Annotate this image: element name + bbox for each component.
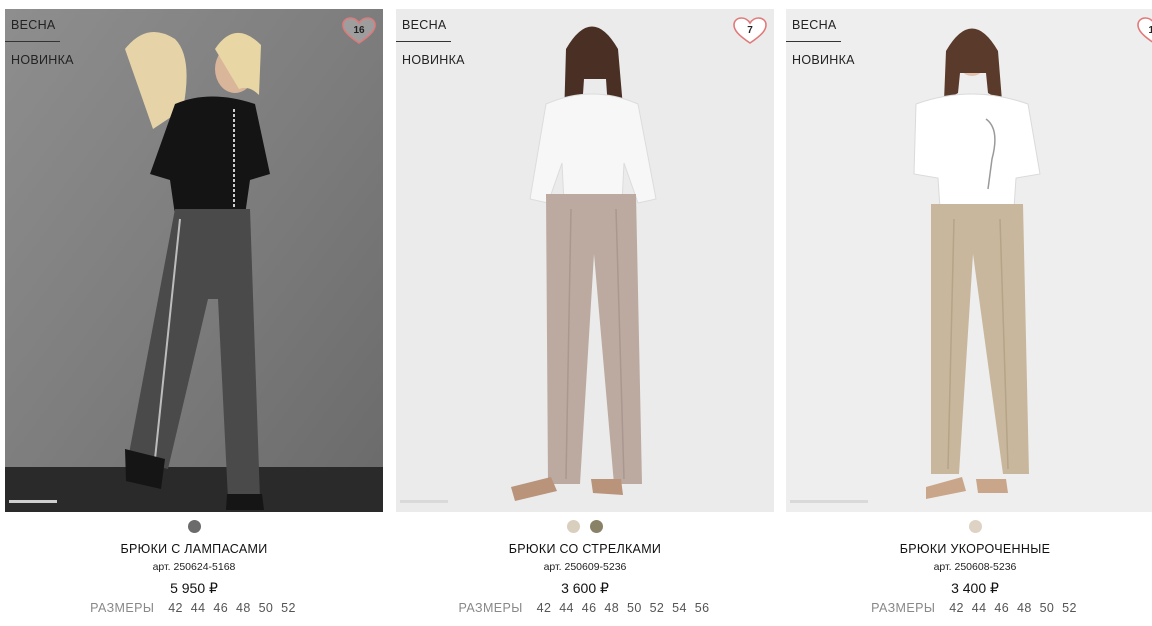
- size-option[interactable]: 46: [213, 601, 228, 615]
- size-option[interactable]: 48: [1017, 601, 1032, 615]
- product-title[interactable]: БРЮКИ УКОРОЧЕННЫЕ: [786, 542, 1152, 556]
- size-option[interactable]: 56: [695, 601, 710, 615]
- product-card[interactable]: ВЕСНА НОВИНКА 10 БРЮКИ УКОРОЧЕННЫЕ арт. …: [786, 9, 1152, 615]
- sizes-label: РАЗМЕРЫ: [458, 601, 523, 615]
- favorite-count: 10: [1148, 24, 1152, 36]
- product-photo[interactable]: ВЕСНА НОВИНКА 10: [786, 9, 1152, 512]
- color-swatch[interactable]: [590, 519, 603, 533]
- size-option[interactable]: 50: [1040, 601, 1055, 615]
- size-option[interactable]: 48: [236, 601, 251, 615]
- size-option[interactable]: 42: [537, 601, 552, 615]
- product-photo[interactable]: ВЕСНА НОВИНКА 16: [5, 9, 383, 512]
- size-option[interactable]: 52: [281, 601, 296, 615]
- product-sku: арт. 250608-5236: [933, 561, 1017, 573]
- season-badge: ВЕСНА: [5, 9, 60, 42]
- new-badge: НОВИНКА: [792, 52, 855, 67]
- sizes-label: РАЗМЕРЫ: [871, 601, 936, 615]
- size-option[interactable]: 46: [994, 601, 1009, 615]
- size-option[interactable]: 48: [604, 601, 619, 615]
- size-option[interactable]: 42: [168, 601, 183, 615]
- sizes-label: РАЗМЕРЫ: [90, 601, 155, 615]
- color-swatches: [786, 515, 1152, 537]
- size-option[interactable]: 44: [972, 601, 987, 615]
- size-option[interactable]: 44: [559, 601, 574, 615]
- sizes-row: РАЗМЕРЫ 42 44 46 48 50 52: [5, 601, 383, 615]
- size-option[interactable]: 50: [259, 601, 274, 615]
- slider-indicator[interactable]: [400, 500, 448, 503]
- model-photo-image: [5, 9, 383, 512]
- sizes-row: РАЗМЕРЫ 42 44 46 48 50 52 54 56: [396, 601, 774, 615]
- product-price: 3 400 ₽: [951, 580, 999, 596]
- color-swatches: [5, 515, 383, 537]
- product-sku: арт. 250624-5168: [152, 561, 236, 573]
- size-option[interactable]: 54: [672, 601, 687, 615]
- product-title[interactable]: БРЮКИ СО СТРЕЛКАМИ: [396, 542, 774, 556]
- product-sku: арт. 250609-5236: [543, 561, 627, 573]
- season-badge: ВЕСНА: [396, 9, 451, 42]
- product-card[interactable]: ВЕСНА НОВИНКА 7 БРЮКИ СО СТРЕЛКАМИ арт. …: [396, 9, 774, 615]
- product-photo[interactable]: ВЕСНА НОВИНКА 7: [396, 9, 774, 512]
- size-option[interactable]: 52: [650, 601, 665, 615]
- favorite-button[interactable]: 7: [732, 16, 768, 46]
- favorite-button[interactable]: 10: [1136, 16, 1152, 46]
- sizes-row: РАЗМЕРЫ 42 44 46 48 50 52: [786, 601, 1152, 615]
- color-swatch[interactable]: [968, 519, 982, 533]
- slider-indicator[interactable]: [9, 500, 57, 503]
- model-photo-image: [786, 9, 1152, 512]
- size-option[interactable]: 42: [949, 601, 964, 615]
- favorite-count: 16: [353, 24, 365, 36]
- color-swatch[interactable]: [567, 519, 580, 533]
- new-badge: НОВИНКА: [402, 52, 465, 67]
- size-option[interactable]: 52: [1062, 601, 1077, 615]
- slider-indicator[interactable]: [790, 500, 868, 503]
- color-swatch[interactable]: [187, 519, 201, 533]
- season-badge: ВЕСНА: [786, 9, 841, 42]
- model-photo-image: [396, 9, 774, 512]
- new-badge: НОВИНКА: [11, 52, 74, 67]
- color-swatches: [396, 515, 774, 537]
- size-option[interactable]: 50: [627, 601, 642, 615]
- product-title[interactable]: БРЮКИ С ЛАМПАСАМИ: [5, 542, 383, 556]
- product-card[interactable]: ВЕСНА НОВИНКА 16 БРЮКИ С ЛАМПАСАМИ арт. …: [5, 9, 383, 615]
- size-option[interactable]: 46: [582, 601, 597, 615]
- product-price: 3 600 ₽: [561, 580, 609, 596]
- favorite-button[interactable]: 16: [341, 16, 377, 46]
- product-price: 5 950 ₽: [170, 580, 218, 596]
- favorite-count: 7: [747, 24, 753, 36]
- size-option[interactable]: 44: [191, 601, 206, 615]
